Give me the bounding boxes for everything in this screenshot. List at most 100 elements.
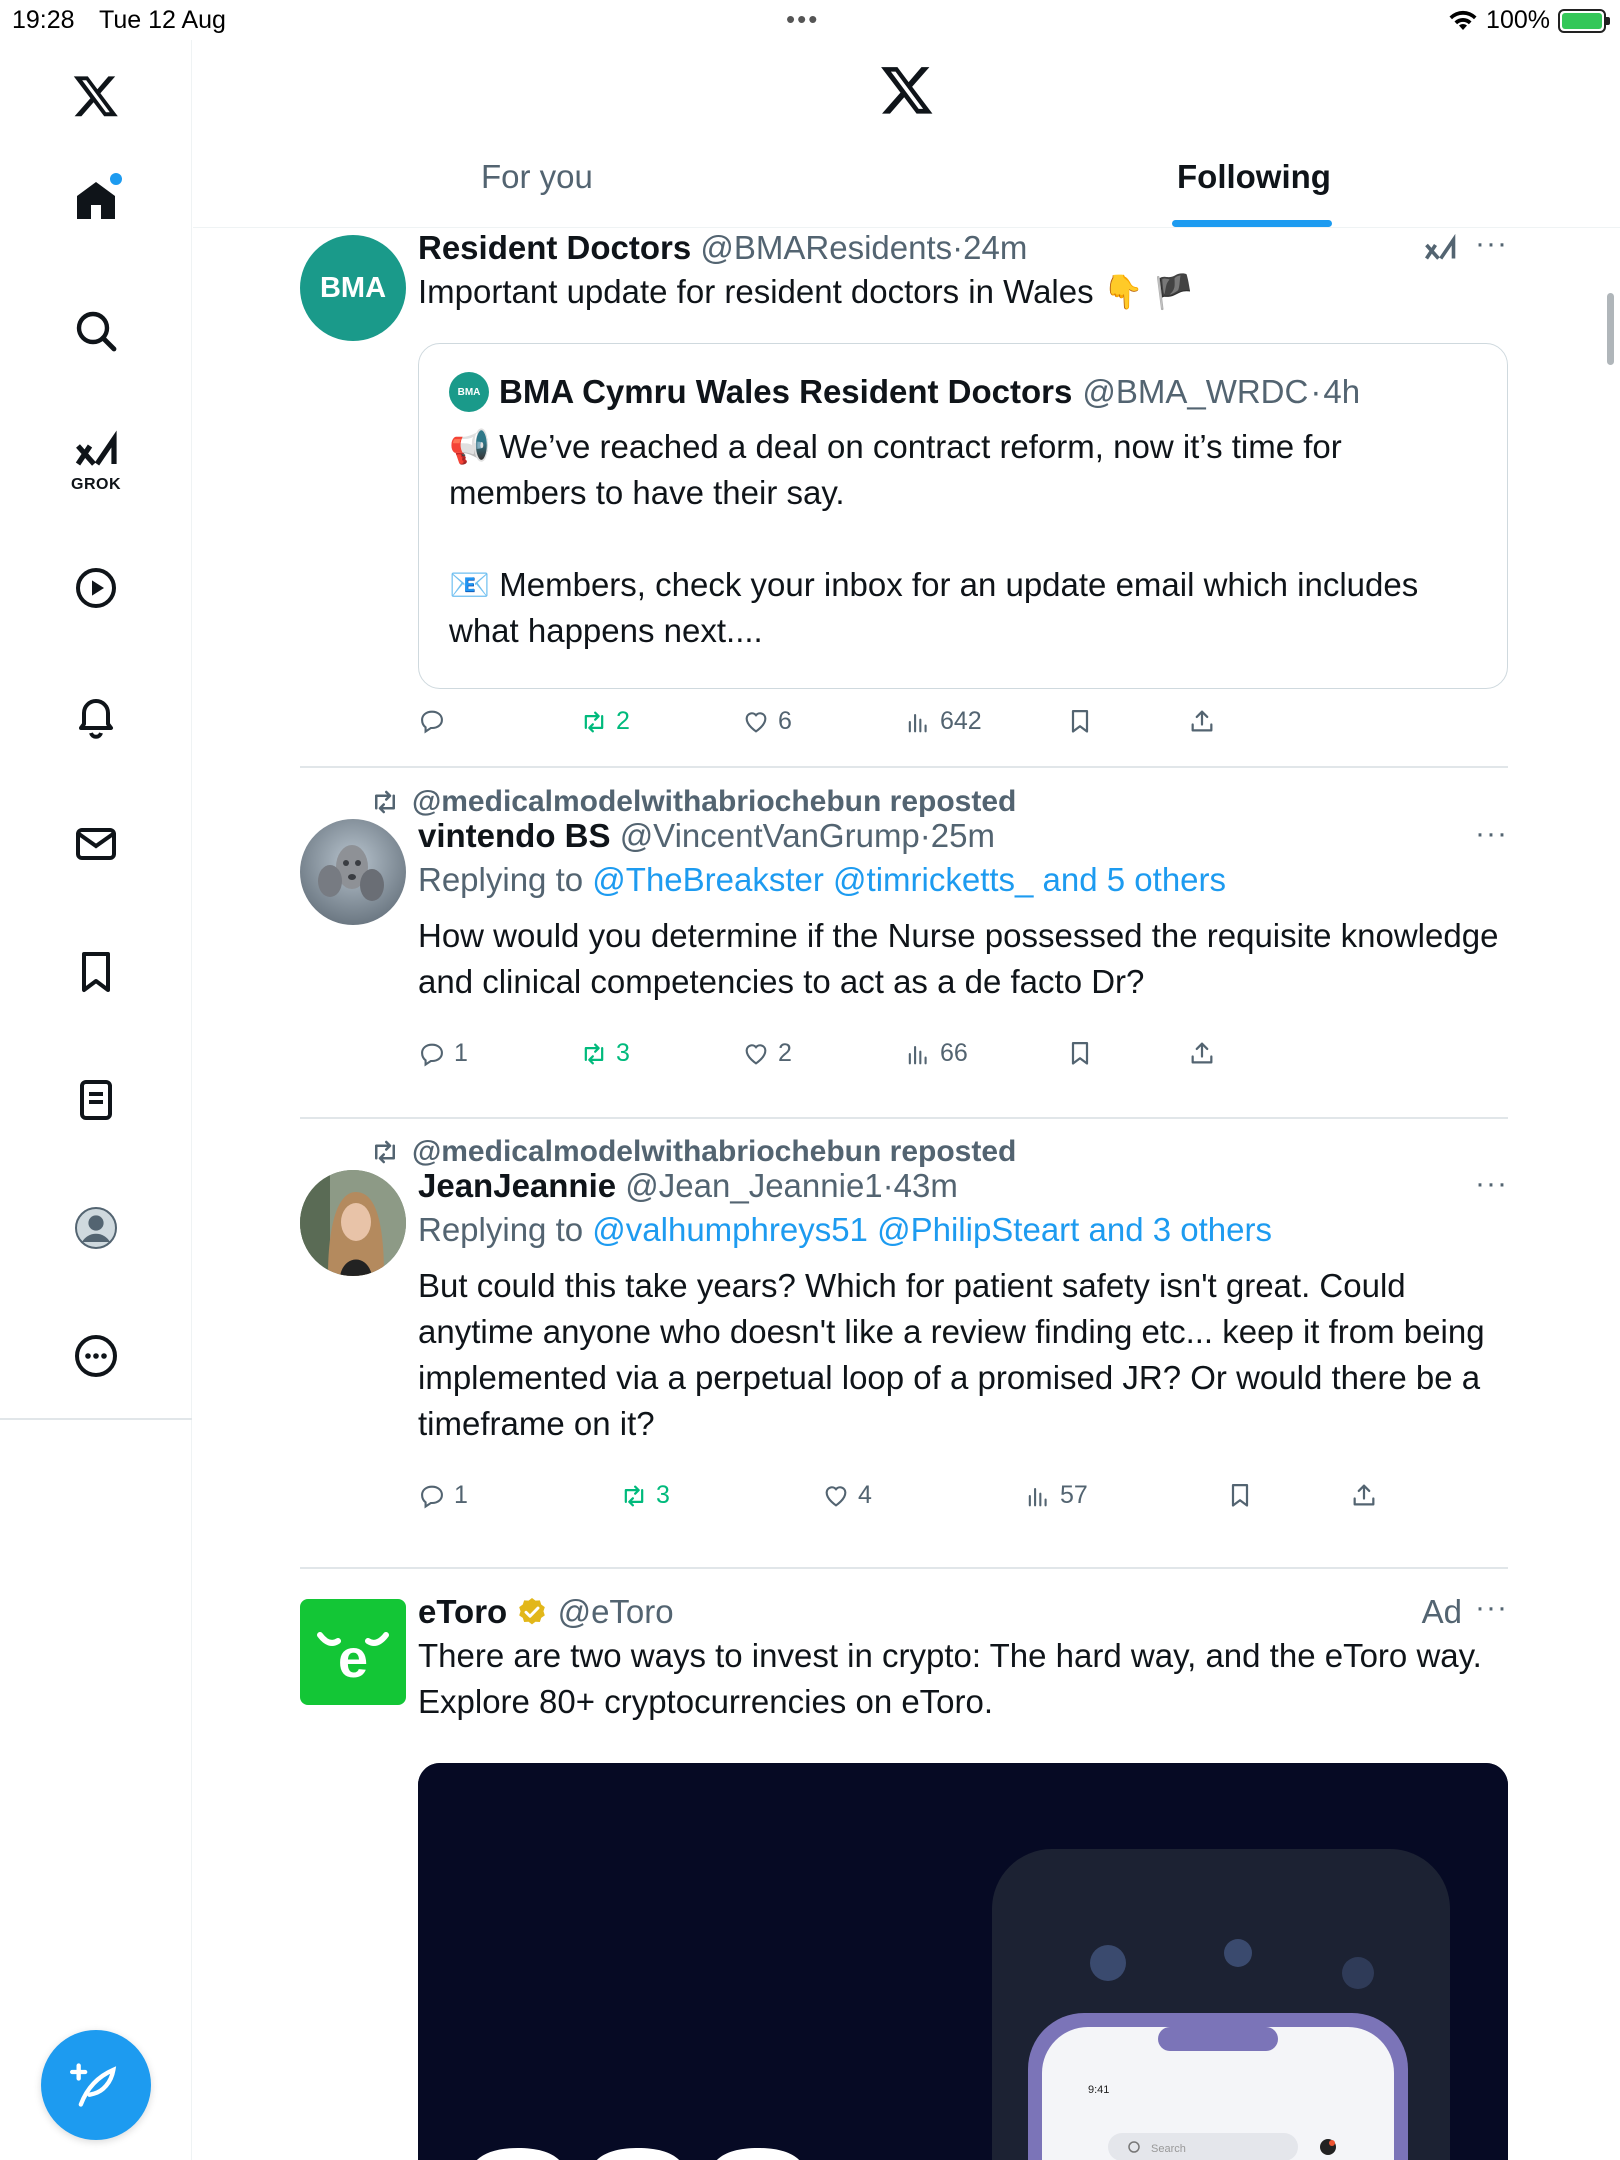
more-options-icon[interactable]: ··· — [1475, 229, 1508, 261]
x-logo-icon — [881, 67, 933, 114]
search-icon[interactable] — [66, 301, 126, 361]
like-button[interactable]: 2 — [742, 1039, 792, 1068]
compose-icon — [70, 2063, 117, 2107]
bookmark-icon — [1231, 1483, 1249, 1507]
tweet-divider — [300, 766, 1508, 768]
replying-to-users[interactable]: @valhumphreys51 @PhilipSteart and 3 othe… — [592, 1211, 1272, 1248]
replying-to: Replying to @TheBreakster @timricketts_ … — [418, 861, 1508, 899]
home-icon[interactable] — [66, 171, 126, 231]
x-logo-icon[interactable] — [66, 66, 126, 126]
bookmark-button[interactable] — [1066, 1039, 1094, 1067]
tweet-text-row: Important update for resident doctors in… — [418, 269, 1508, 315]
more-options-icon[interactable]: ··· — [1475, 817, 1508, 851]
grok-label: GROK — [71, 476, 121, 493]
ad-media-image: 9:41 Search Overview Stocks Crypto NFT C… — [418, 1763, 1508, 2160]
avatar[interactable] — [300, 1170, 406, 1276]
video-icon[interactable] — [66, 558, 126, 618]
quoted-tweet[interactable]: BMA BMA Cymru Wales Resident Doctors @BM… — [418, 343, 1508, 689]
more-options-icon[interactable]: ··· — [1475, 1167, 1508, 1201]
views-button[interactable]: 642 — [904, 707, 982, 736]
reply-icon — [421, 710, 443, 734]
tab-for-you[interactable]: For you — [481, 158, 593, 196]
grok-icon[interactable] — [66, 424, 126, 484]
more-options-icon[interactable]: ··· — [1475, 1591, 1508, 1625]
reply-button[interactable]: 1 — [418, 1481, 468, 1510]
status-time: 19:28 — [12, 6, 75, 34]
tweet[interactable]: BMA Resident Doctors @BMAResidents·24m I… — [300, 229, 1508, 769]
like-count: 6 — [778, 707, 792, 735]
multitasking-dots[interactable]: ••• — [786, 4, 819, 35]
sidebar: GROK — [0, 40, 192, 2160]
like-button[interactable]: 6 — [742, 707, 792, 736]
tab-following[interactable]: Following — [1177, 158, 1331, 196]
ad-media[interactable]: 9:41 Search Overview Stocks Crypto NFT C… — [418, 1763, 1508, 2160]
reply-count: 1 — [454, 1481, 468, 1509]
repost-by-label[interactable]: @medicalmodelwithabriochebun reposted — [412, 785, 1016, 819]
like-button[interactable]: 4 — [822, 1481, 872, 1510]
profile-icon[interactable] — [66, 1198, 126, 1258]
views-count: 57 — [1060, 1481, 1088, 1509]
author-handle[interactable]: @eToro — [558, 1593, 674, 1630]
compose-button[interactable] — [41, 2030, 151, 2140]
battery-percent: 100% — [1486, 6, 1550, 34]
repost-icon — [375, 790, 395, 814]
avatar[interactable]: e — [300, 1599, 406, 1705]
share-button[interactable] — [1350, 1481, 1378, 1509]
tweet-time[interactable]: 24m — [963, 229, 1027, 266]
tweet-header: vintendo BS @VincentVanGrump·25m — [418, 817, 995, 854]
more-icon[interactable] — [66, 1326, 126, 1386]
author-handle[interactable]: @BMAResidents — [700, 229, 952, 266]
views-button[interactable]: 66 — [904, 1039, 968, 1068]
bookmarks-icon[interactable] — [66, 942, 126, 1002]
repost-button[interactable]: 3 — [620, 1481, 670, 1510]
promoted-tweet[interactable]: e eToro @eToro There are two ways to inv… — [300, 1591, 1508, 2160]
author-name[interactable]: JeanJeannie — [418, 1167, 616, 1204]
reply-count: 1 — [454, 1039, 468, 1067]
tweet-time[interactable]: 43m — [894, 1167, 958, 1204]
lists-icon[interactable] — [66, 1070, 126, 1130]
wifi-icon — [1449, 10, 1477, 30]
quoted-tweet-text-2: 📧 Members, check your inbox for an updat… — [449, 566, 1419, 649]
bookmark-button[interactable] — [1066, 707, 1094, 735]
tweet-actions: 1 3 4 57 — [418, 1481, 1418, 1521]
share-button[interactable] — [1188, 707, 1216, 735]
author-name[interactable]: eToro — [418, 1593, 507, 1630]
bookmark-button[interactable] — [1226, 1481, 1254, 1509]
quoted-author-handle: @BMA_WRDC — [1082, 373, 1309, 410]
repost-by-label[interactable]: @medicalmodelwithabriochebun reposted — [412, 1135, 1016, 1169]
tweet[interactable]: @medicalmodelwithabriochebun reposted Je… — [300, 1135, 1508, 1535]
battery-icon — [1558, 8, 1610, 33]
repost-context: @medicalmodelwithabriochebun reposted — [370, 1135, 1016, 1169]
heart-icon — [745, 1043, 767, 1065]
tweet-divider — [300, 1567, 1508, 1569]
repost-button[interactable]: 2 — [580, 707, 630, 736]
tweet-time[interactable]: 25m — [931, 817, 995, 854]
avatar[interactable] — [300, 819, 406, 925]
author-name[interactable]: Resident Doctors — [418, 229, 691, 266]
tweet-text: There are two ways to invest in crypto: … — [418, 1637, 1482, 1720]
reply-button[interactable] — [418, 707, 454, 735]
repost-button[interactable]: 3 — [580, 1039, 630, 1068]
messages-icon[interactable] — [66, 814, 126, 874]
repost-count: 2 — [616, 707, 630, 735]
notifications-icon[interactable] — [66, 686, 126, 746]
replying-to-users[interactable]: @TheBreakster @timricketts_ and 5 others — [592, 861, 1226, 898]
share-button[interactable] — [1188, 1039, 1216, 1067]
home-notification-dot — [110, 173, 122, 185]
avatar-image — [300, 1170, 406, 1276]
author-name[interactable]: vintendo BS — [418, 817, 611, 854]
ad-label: Ad — [1421, 1593, 1462, 1630]
views-icon — [908, 713, 927, 732]
avatar[interactable]: BMA — [300, 235, 406, 341]
reply-button[interactable]: 1 — [418, 1039, 468, 1068]
reply-icon — [421, 1043, 443, 1066]
ad-phone-time: 9:41 — [1088, 2084, 1109, 2096]
like-count: 2 — [778, 1039, 792, 1067]
timeline-feed: BMA Resident Doctors @BMAResidents·24m I… — [193, 229, 1620, 2160]
views-button[interactable]: 57 — [1024, 1481, 1088, 1510]
author-handle[interactable]: @Jean_Jeannie1 — [625, 1167, 882, 1204]
bookmark-icon — [1071, 709, 1089, 733]
author-handle[interactable]: @VincentVanGrump — [620, 817, 920, 854]
grok-icon[interactable] — [1422, 233, 1458, 269]
tweet[interactable]: @medicalmodelwithabriochebun reposted vi… — [300, 785, 1508, 1085]
